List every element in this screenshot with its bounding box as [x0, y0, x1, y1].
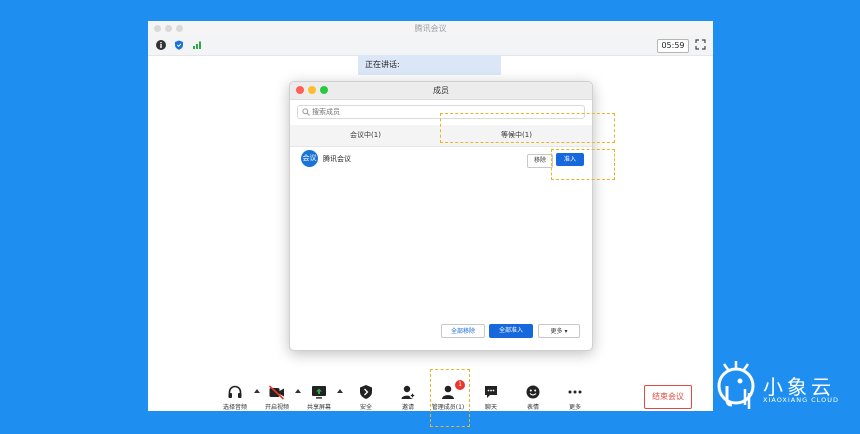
- highlight-manage-members: [430, 369, 470, 427]
- remove-button[interactable]: 移除: [527, 154, 553, 168]
- more-button[interactable]: 更多: [550, 383, 600, 411]
- brand-logo-icon: [717, 361, 755, 409]
- chat-icon: [485, 386, 497, 398]
- dialog-title: 成员: [433, 86, 449, 95]
- window-titlebar: 腾讯会议: [148, 21, 713, 35]
- invite-icon: [401, 385, 416, 399]
- brand-subtitle: XIAOXIANG CLOUD: [763, 396, 839, 404]
- more-options-button[interactable]: 更多 ▾: [538, 324, 580, 338]
- video-off-icon: [268, 385, 285, 400]
- search-icon: [302, 108, 310, 116]
- fullscreen-icon[interactable]: [695, 39, 706, 50]
- highlight-waiting-tab: [440, 113, 615, 143]
- toolbar-label: 共享屏幕: [306, 404, 331, 411]
- share-screen-button[interactable]: 共享屏幕: [294, 383, 344, 411]
- member-name: 腾讯会议: [323, 155, 351, 163]
- tab-in-meeting[interactable]: 会议中(1): [290, 125, 441, 146]
- brand-watermark: 小象云 XIAOXIANG CLOUD: [713, 353, 860, 434]
- meeting-timer: 05:59: [657, 39, 689, 53]
- end-meeting-button[interactable]: 结束会议: [644, 385, 692, 409]
- security-shield-icon[interactable]: [174, 40, 184, 50]
- emoji-icon: [526, 385, 540, 399]
- admit-all-button[interactable]: 全部准入: [489, 324, 533, 338]
- share-screen-icon: [312, 386, 326, 399]
- info-bar: 05:59: [148, 35, 713, 56]
- member-row: 会议 腾讯会议 移除 准入: [290, 149, 592, 171]
- highlight-admit-button: [551, 149, 615, 180]
- remove-all-button[interactable]: 全部移除: [441, 324, 485, 338]
- more-icon: [568, 390, 582, 394]
- avatar: 会议: [301, 150, 318, 167]
- headset-icon: [228, 385, 242, 398]
- shield-icon: [360, 385, 372, 399]
- speaking-indicator: 正在讲话:: [358, 55, 501, 75]
- info-icon[interactable]: [156, 40, 166, 50]
- signal-icon[interactable]: [192, 40, 202, 50]
- window-title: 腾讯会议: [414, 24, 447, 33]
- toolbar-label: 更多: [568, 404, 581, 411]
- dialog-titlebar: 成员: [290, 82, 592, 100]
